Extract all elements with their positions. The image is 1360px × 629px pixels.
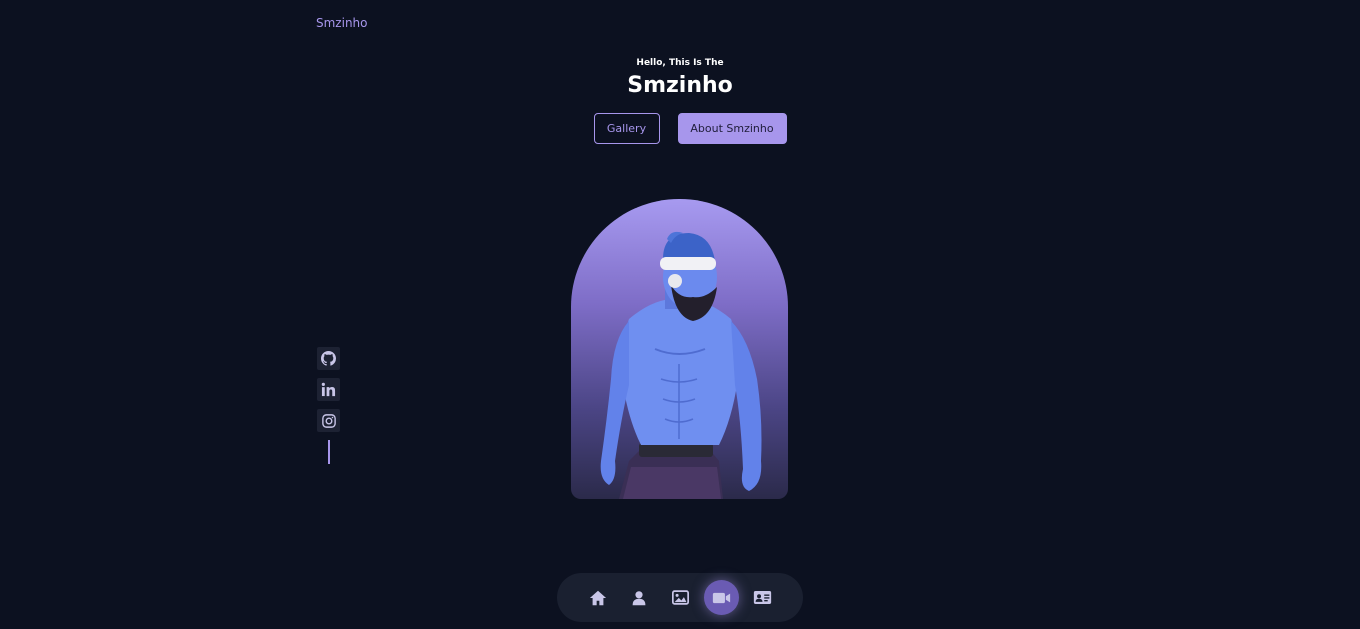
hero-header: Hello, This Is The Smzinho: [0, 57, 1360, 101]
nav-gallery[interactable]: [663, 580, 698, 615]
nav-home[interactable]: [581, 580, 616, 615]
hero-buttons: Gallery About Smzinho: [0, 113, 1360, 144]
nav-contact[interactable]: [745, 580, 780, 615]
github-link[interactable]: [317, 347, 340, 370]
social-divider-line: [327, 440, 330, 464]
nav-videos[interactable]: [703, 580, 739, 615]
instagram-link[interactable]: [317, 409, 340, 432]
linkedin-icon: [321, 382, 336, 397]
instagram-icon: [321, 413, 336, 428]
hero-greeting: Hello, This Is The: [636, 58, 724, 68]
linkedin-link[interactable]: [317, 378, 340, 401]
site-logo[interactable]: Smzinho: [316, 16, 368, 30]
contact-card-icon: [753, 591, 771, 604]
bottom-navigation: [557, 573, 803, 622]
page: Smzinho Hello, This Is The Smzinho Galle…: [0, 0, 1360, 629]
home-icon: [589, 590, 607, 605]
hero-name: Smzinho: [627, 73, 733, 98]
gallery-button[interactable]: Gallery: [593, 113, 660, 144]
social-links: [317, 347, 340, 464]
nav-about[interactable]: [622, 580, 657, 615]
profile-portrait: [571, 199, 788, 499]
avatar-illustration: [600, 231, 762, 499]
video-icon: [712, 592, 730, 603]
user-icon: [632, 590, 646, 605]
image-icon: [671, 590, 689, 605]
github-icon: [321, 351, 336, 366]
about-button[interactable]: About Smzinho: [677, 113, 787, 144]
